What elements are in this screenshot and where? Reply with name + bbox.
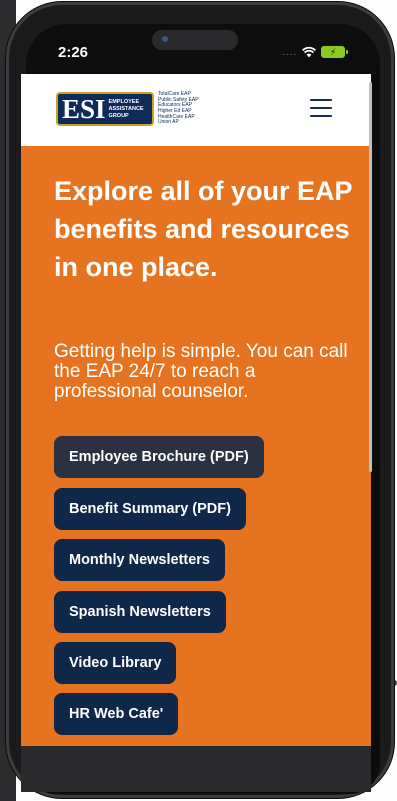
logo-badge: ESI EMPLOYEE ASSISTANCE GROUP xyxy=(56,92,154,126)
logo-program: Union AP xyxy=(158,119,179,126)
hero-headline: Explore all of your EAP benefits and res… xyxy=(54,176,353,282)
hr-web-cafe-button[interactable]: HR Web Cafe' xyxy=(54,693,179,735)
hero-subtext: Getting help is simple. You can call the… xyxy=(54,341,348,402)
menu-line xyxy=(310,99,332,102)
browser-bottom-bar xyxy=(21,746,371,792)
video-library-button[interactable]: Video Library xyxy=(54,642,177,684)
menu-line xyxy=(310,114,332,117)
logo-mark: ESI xyxy=(62,93,106,124)
status-icons: .... ⚡ xyxy=(282,46,349,58)
signal-icon: .... xyxy=(282,46,298,58)
hero-section: Explore all of your EAP benefits and res… xyxy=(21,146,371,746)
app-stage: 2:26 .... ⚡ ESI EMPLOYEE ASSISTANCE GROU… xyxy=(0,0,397,801)
employee-brochure-button[interactable]: Employee Brochure (PDF) xyxy=(54,436,264,478)
hamburger-menu-icon[interactable] xyxy=(310,99,332,117)
benefit-summary-button[interactable]: Benefit Summary (PDF) xyxy=(54,488,246,530)
status-time: 2:26 xyxy=(58,44,89,61)
logo-subtitle-line: ASSISTANCE xyxy=(108,105,144,112)
wifi-icon xyxy=(302,46,317,58)
scrollbar[interactable] xyxy=(369,82,372,472)
logo-subtitle-line: GROUP xyxy=(108,112,129,119)
logo-subtitle: EMPLOYEE ASSISTANCE GROUP xyxy=(109,99,144,120)
logo-program-list: TotalCare EAP Public Safety EAP Educator… xyxy=(158,92,199,126)
spanish-newsletters-button[interactable]: Spanish Newsletters xyxy=(54,591,226,633)
camera-icon xyxy=(162,36,168,42)
menu-line xyxy=(310,106,332,110)
monthly-newsletters-button[interactable]: Monthly Newsletters xyxy=(54,539,225,581)
battery-charging-icon: ⚡ xyxy=(321,46,349,58)
site-header: ESI EMPLOYEE ASSISTANCE GROUP TotalCare … xyxy=(21,74,371,146)
esi-logo[interactable]: ESI EMPLOYEE ASSISTANCE GROUP TotalCare … xyxy=(56,92,199,126)
logo-subtitle-line: EMPLOYEE xyxy=(108,98,140,105)
